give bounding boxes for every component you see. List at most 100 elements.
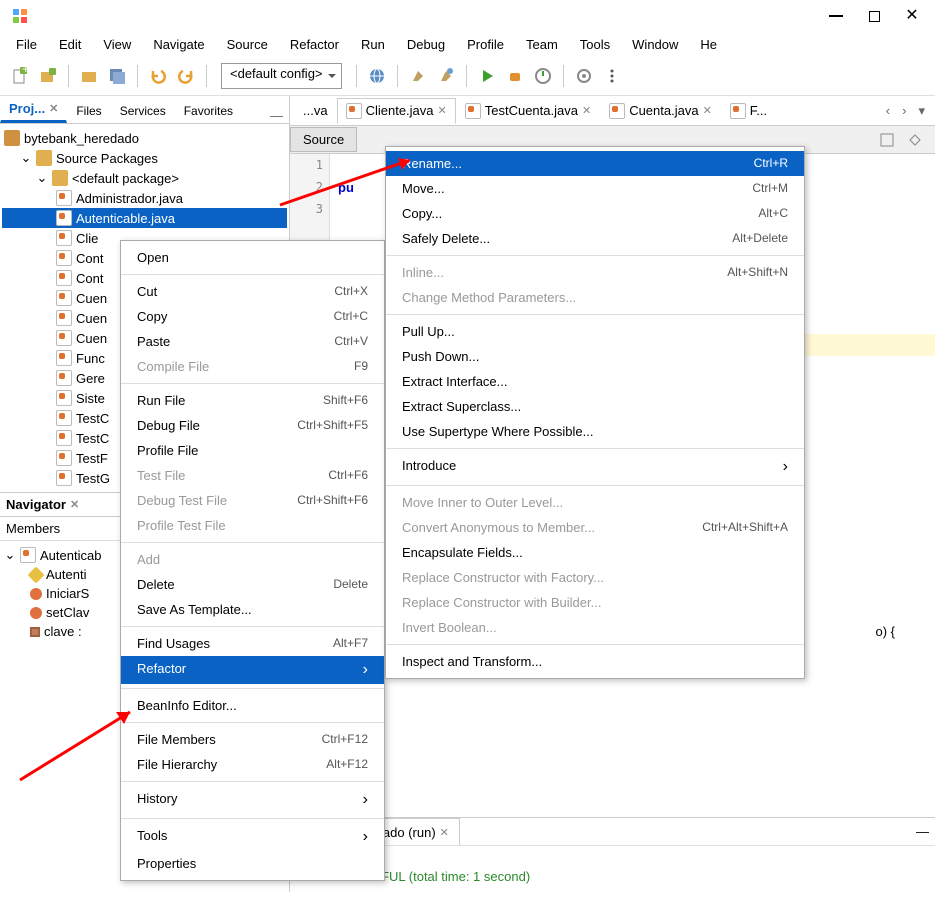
menu-run[interactable]: Run [351,35,395,54]
clean-build-icon[interactable] [434,64,458,88]
save-all-icon[interactable] [105,64,129,88]
editor-tab[interactable]: F... [721,98,776,124]
maximize-button[interactable] [867,9,881,23]
tabs-minimize-icon[interactable]: — [264,108,289,123]
menu-refactor[interactable]: Refactor [280,35,349,54]
editor-tab[interactable]: TestCuenta.java✕ [456,98,600,124]
minimize-button[interactable] [829,9,843,23]
java-file-icon [56,190,72,206]
editor-tool-icon[interactable] [875,128,899,152]
menu-item-move[interactable]: Move...Ctrl+M [386,176,804,201]
more-icon[interactable] [600,64,624,88]
menu-item-inspect-and-transform[interactable]: Inspect and Transform... [386,649,804,674]
profile-icon[interactable] [531,64,555,88]
editor-tab[interactable]: Cuenta.java✕ [600,98,721,124]
output-panel: ebank_heredado (run)✕ — in exitoso LD SU… [290,817,935,892]
menu-item-delete[interactable]: DeleteDelete [121,572,384,597]
close-icon[interactable]: ✕ [703,104,712,117]
run-icon[interactable] [475,64,499,88]
menu-item-find-usages[interactable]: Find UsagesAlt+F7 [121,631,384,656]
editor-tab[interactable]: ...va [294,98,337,123]
tree-file-selected[interactable]: Autenticable.java [2,208,287,228]
menu-item-copy[interactable]: Copy...Alt+C [386,201,804,226]
menu-item-use-supertype-where-possible[interactable]: Use Supertype Where Possible... [386,419,804,444]
menu-item-open[interactable]: Open [121,245,384,270]
menu-view[interactable]: View [93,35,141,54]
tab-projects[interactable]: Proj...✕ [0,96,67,123]
tree-src[interactable]: ⌄Source Packages [2,148,287,168]
menu-item-beaninfo-editor[interactable]: BeanInfo Editor... [121,693,384,718]
menu-profile[interactable]: Profile [457,35,514,54]
menu-item-extract-superclass[interactable]: Extract Superclass... [386,394,804,419]
close-icon[interactable]: ✕ [582,104,591,117]
debug-icon[interactable] [503,64,527,88]
config-dropdown[interactable]: <default config> [221,63,342,89]
tab-prev-icon[interactable]: ‹ [880,103,896,119]
java-file-icon [56,210,72,226]
redo-icon[interactable] [174,64,198,88]
tree-file[interactable]: Administrador.java [2,188,287,208]
menu-item-refactor[interactable]: Refactor [121,656,384,684]
menu-item-convert-anonymous-to-member: Convert Anonymous to Member...Ctrl+Alt+S… [386,515,804,540]
menu-item-file-hierarchy[interactable]: File HierarchyAlt+F12 [121,752,384,777]
output-tabs: ebank_heredado (run)✕ — [290,818,935,846]
tree-pkg[interactable]: ⌄<default package> [2,168,287,188]
tab-files[interactable]: Files [67,99,110,123]
menu-source[interactable]: Source [217,35,278,54]
menu-item-history[interactable]: History [121,786,384,814]
build-icon[interactable] [406,64,430,88]
close-icon[interactable]: ✕ [70,498,79,511]
menu-item-properties[interactable]: Properties [121,851,384,876]
tree-project[interactable]: bytebank_heredado [2,128,287,148]
menu-file[interactable]: File [6,35,47,54]
menu-item-pull-up[interactable]: Pull Up... [386,319,804,344]
tab-favorites[interactable]: Favorites [175,99,242,123]
chevron-down-icon[interactable]: ⌄ [20,152,32,164]
tab-next-icon[interactable]: › [896,103,912,119]
menu-item-file-members[interactable]: File MembersCtrl+F12 [121,727,384,752]
menu-item-profile-file[interactable]: Profile File [121,438,384,463]
menu-team[interactable]: Team [516,35,568,54]
menu-item-introduce[interactable]: Introduce [386,453,804,481]
new-project-icon[interactable] [36,64,60,88]
chevron-down-icon[interactable]: ⌄ [36,172,48,184]
close-icon[interactable]: ✕ [438,104,447,117]
menu-help[interactable]: He [690,35,727,54]
menu-item-debug-file[interactable]: Debug FileCtrl+Shift+F5 [121,413,384,438]
open-icon[interactable] [77,64,101,88]
source-button[interactable]: Source [290,127,357,152]
menu-edit[interactable]: Edit [49,35,91,54]
menu-window[interactable]: Window [622,35,688,54]
window-controls: ✕ [829,9,931,23]
menu-item-tools[interactable]: Tools [121,823,384,851]
menu-item-add: Add [121,547,384,572]
menu-item-rename[interactable]: Rename...Ctrl+R [386,151,804,176]
menu-item-copy[interactable]: CopyCtrl+C [121,304,384,329]
chevron-down-icon[interactable]: ⌄ [4,549,16,561]
menu-item-save-as-template[interactable]: Save As Template... [121,597,384,622]
output-minimize-icon[interactable]: — [916,824,929,839]
close-icon[interactable]: ✕ [440,826,449,839]
menu-item-run-file[interactable]: Run FileShift+F6 [121,388,384,413]
menu-item-encapsulate-fields[interactable]: Encapsulate Fields... [386,540,804,565]
menu-item-extract-interface[interactable]: Extract Interface... [386,369,804,394]
menu-item-paste[interactable]: PasteCtrl+V [121,329,384,354]
menu-item-push-down[interactable]: Push Down... [386,344,804,369]
menu-debug[interactable]: Debug [397,35,455,54]
tab-services[interactable]: Services [111,99,175,123]
tab-list-icon[interactable]: ▾ [912,103,931,119]
menu-item-safely-delete[interactable]: Safely Delete...Alt+Delete [386,226,804,251]
java-file-icon [56,430,72,446]
menu-item-cut[interactable]: CutCtrl+X [121,279,384,304]
undo-icon[interactable] [146,64,170,88]
close-button[interactable]: ✕ [905,9,919,23]
settings-icon[interactable] [572,64,596,88]
method-icon [30,607,42,619]
new-file-icon[interactable]: + [8,64,32,88]
editor-tab-active[interactable]: Cliente.java✕ [337,98,456,124]
editor-tool-icon[interactable] [903,128,927,152]
menu-navigate[interactable]: Navigate [143,35,214,54]
globe-icon[interactable] [365,64,389,88]
refactor-submenu: Rename...Ctrl+RMove...Ctrl+MCopy...Alt+C… [385,146,805,679]
menu-tools[interactable]: Tools [570,35,620,54]
